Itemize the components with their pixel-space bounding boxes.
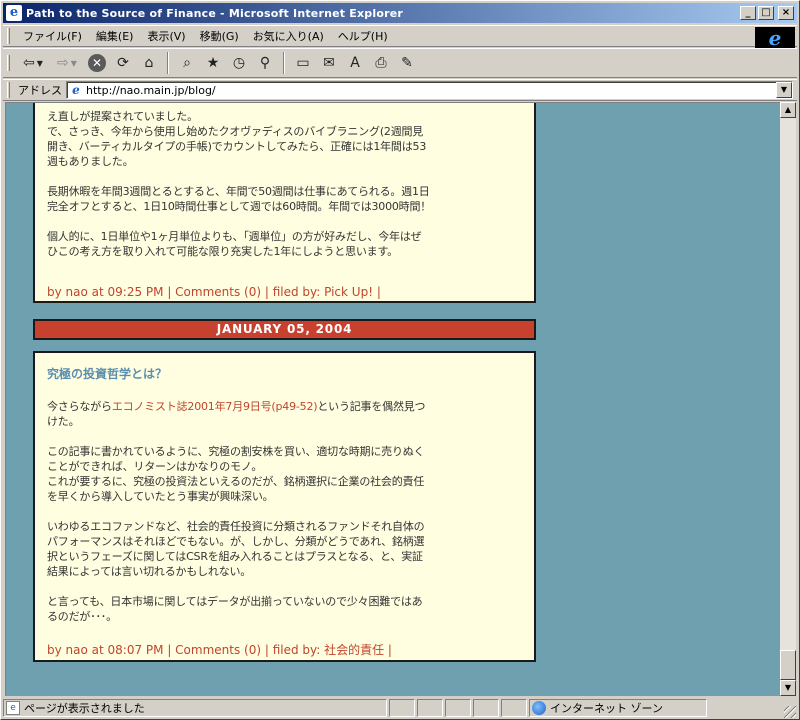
address-dropdown-icon[interactable]: ▼ xyxy=(776,82,792,98)
refresh-button[interactable]: ⟳ xyxy=(112,52,134,74)
menu-favorites[interactable]: お気に入り(A) xyxy=(246,26,331,46)
fullscreen-button[interactable]: ▭ xyxy=(292,52,314,74)
search-button[interactable]: ⌕ xyxy=(176,52,198,74)
post-paragraph: え直しが提案されていました。 で、さっき、今年から使用し始めたクオヴァディスのバ… xyxy=(47,110,427,168)
stop-icon: ✕ xyxy=(88,54,106,72)
history-icon: ◷ xyxy=(232,55,246,71)
address-url[interactable]: http://nao.main.jp/blog/ xyxy=(86,84,216,97)
stop-button[interactable]: ✕ xyxy=(86,52,108,74)
toolbar-grip[interactable] xyxy=(7,55,10,71)
forward-dropdown-icon: ▼ xyxy=(70,58,77,68)
blog-post: 究極の投資哲学とは？ 今さらながらエコノミスト誌2001年7月9日号(p49-5… xyxy=(33,351,536,662)
blog-post: え直しが提案されていました。 で、さっき、今年から使用し始めたクオヴァディスのバ… xyxy=(33,103,536,303)
status-panel: e ページが表示されました xyxy=(3,699,387,717)
page-done-icon: e xyxy=(6,701,20,715)
ie-logo-icon: e xyxy=(755,27,795,49)
title-bar: e Path to the Source of Finance - Micros… xyxy=(3,3,797,23)
scroll-down-icon[interactable]: ▼ xyxy=(780,680,796,696)
ie-app-icon: e xyxy=(6,5,22,21)
scroll-up-icon[interactable]: ▲ xyxy=(780,102,796,118)
status-panel-empty xyxy=(417,699,443,717)
addressbar-grip[interactable] xyxy=(7,82,10,98)
edit-icon: ✎ xyxy=(401,55,413,71)
menu-edit[interactable]: 編集(E) xyxy=(89,26,141,46)
refresh-icon: ⟳ xyxy=(117,55,129,71)
menu-go[interactable]: 移動(G) xyxy=(193,26,246,46)
post-paragraph: この記事に書かれているように、究極の割安株を買い、適切な時期に売りぬくことができ… xyxy=(47,445,425,503)
mail-icon: ✉ xyxy=(323,55,335,71)
zone-text: インターネット ゾーン xyxy=(550,702,663,715)
standard-toolbar: ⇦ ▼ ⇨ ▼ ✕ ⟳ ⌂ ⌕ ★ ◷ ⚲ ▭ ✉ A ⎙ ✎ xyxy=(3,48,797,78)
menu-file[interactable]: ファイル(F) xyxy=(16,26,89,46)
forward-button[interactable]: ⇨ ▼ xyxy=(52,52,82,74)
back-dropdown-icon: ▼ xyxy=(36,58,43,68)
resize-grip[interactable] xyxy=(784,706,796,718)
favorites-icon: ★ xyxy=(206,55,220,71)
article-link[interactable]: エコノミスト誌2001年7月9日号(p49-52) xyxy=(112,400,318,413)
scroll-thumb[interactable] xyxy=(780,650,796,680)
post-title[interactable]: 究極の投資哲学とは？ xyxy=(47,365,522,382)
back-button[interactable]: ⇦ ▼ xyxy=(18,52,48,74)
search-icon: ⌕ xyxy=(183,55,191,71)
status-panel-empty xyxy=(473,699,499,717)
window-title: Path to the Source of Finance - Microsof… xyxy=(26,6,403,20)
channels-icon: ⚲ xyxy=(259,55,271,71)
post-paragraph: いわゆるエコファンドなど、社会的責任投資に分類されるファンドそれ自体のパフォーマ… xyxy=(47,520,425,578)
internet-zone-icon xyxy=(532,701,546,715)
address-input[interactable]: e http://nao.main.jp/blog/ ▼ xyxy=(66,81,793,99)
maximize-button[interactable]: □ xyxy=(758,6,774,20)
menu-bar: ファイル(F) 編集(E) 表示(V) 移動(G) お気に入り(A) ヘルプ(H… xyxy=(3,25,797,49)
edit-button[interactable]: ✎ xyxy=(396,52,418,74)
address-label: アドレス xyxy=(18,84,62,97)
status-text: ページが表示されました xyxy=(24,702,145,715)
menu-view[interactable]: 表示(V) xyxy=(140,26,192,46)
status-panel-empty xyxy=(501,699,527,717)
post-paragraph: 長期休暇を年間3週間とるとすると、年間で50週間は仕事にあてられる。週1日完全オ… xyxy=(47,185,432,213)
intro-text: 今さらながら xyxy=(47,400,112,413)
address-bar: アドレス e http://nao.main.jp/blog/ ▼ xyxy=(3,79,797,101)
post-intro: 今さらながらエコノミスト誌2001年7月9日号(p49-52)という記事を偶然見… xyxy=(47,399,432,429)
post-paragraph: 個人的に、1日単位や1ヶ月単位よりも、「週単位」の方が好みだし、今年はぜひこの考… xyxy=(47,230,422,258)
vertical-scrollbar[interactable]: ▲ ▼ xyxy=(780,102,796,696)
print-icon: ⎙ xyxy=(375,55,387,71)
close-button[interactable]: × xyxy=(778,6,794,20)
favorites-button[interactable]: ★ xyxy=(202,52,224,74)
print-button[interactable]: ⎙ xyxy=(370,52,392,74)
font-button[interactable]: A xyxy=(344,52,366,74)
status-panel-empty xyxy=(389,699,415,717)
home-icon: ⌂ xyxy=(144,55,154,71)
channels-button[interactable]: ⚲ xyxy=(254,52,276,74)
minimize-button[interactable]: _ xyxy=(740,6,756,20)
status-panel-empty xyxy=(445,699,471,717)
page-icon: e xyxy=(72,83,80,97)
browser-window: e Path to the Source of Finance - Micros… xyxy=(0,0,800,720)
page-content: え直しが提案されていました。 で、さっき、今年から使用し始めたクオヴァディスのバ… xyxy=(5,102,780,696)
post-footer[interactable]: by nao at 09:25 PM | Comments (0) | file… xyxy=(47,285,381,299)
forward-icon: ⇨ xyxy=(57,55,69,71)
home-button[interactable]: ⌂ xyxy=(138,52,160,74)
toolbar-separator xyxy=(167,52,169,74)
security-zone-panel[interactable]: インターネット ゾーン xyxy=(529,699,707,717)
font-icon: A xyxy=(350,55,360,71)
status-bar: e ページが表示されました インターネット ゾーン xyxy=(3,697,797,719)
fullscreen-icon: ▭ xyxy=(296,55,310,71)
toolbar-separator xyxy=(283,52,285,74)
post-footer[interactable]: by nao at 08:07 PM | Comments (0) | file… xyxy=(47,641,392,658)
menubar-grip[interactable] xyxy=(7,28,10,44)
date-header: JANUARY 05, 2004 xyxy=(33,319,536,340)
back-icon: ⇦ xyxy=(23,55,35,71)
post-paragraph: と言っても、日本市場に関してはデータが出揃っていないので少々困難ではあるのだが･… xyxy=(47,595,423,623)
mail-button[interactable]: ✉ xyxy=(318,52,340,74)
history-button[interactable]: ◷ xyxy=(228,52,250,74)
menu-help[interactable]: ヘルプ(H) xyxy=(331,26,395,46)
